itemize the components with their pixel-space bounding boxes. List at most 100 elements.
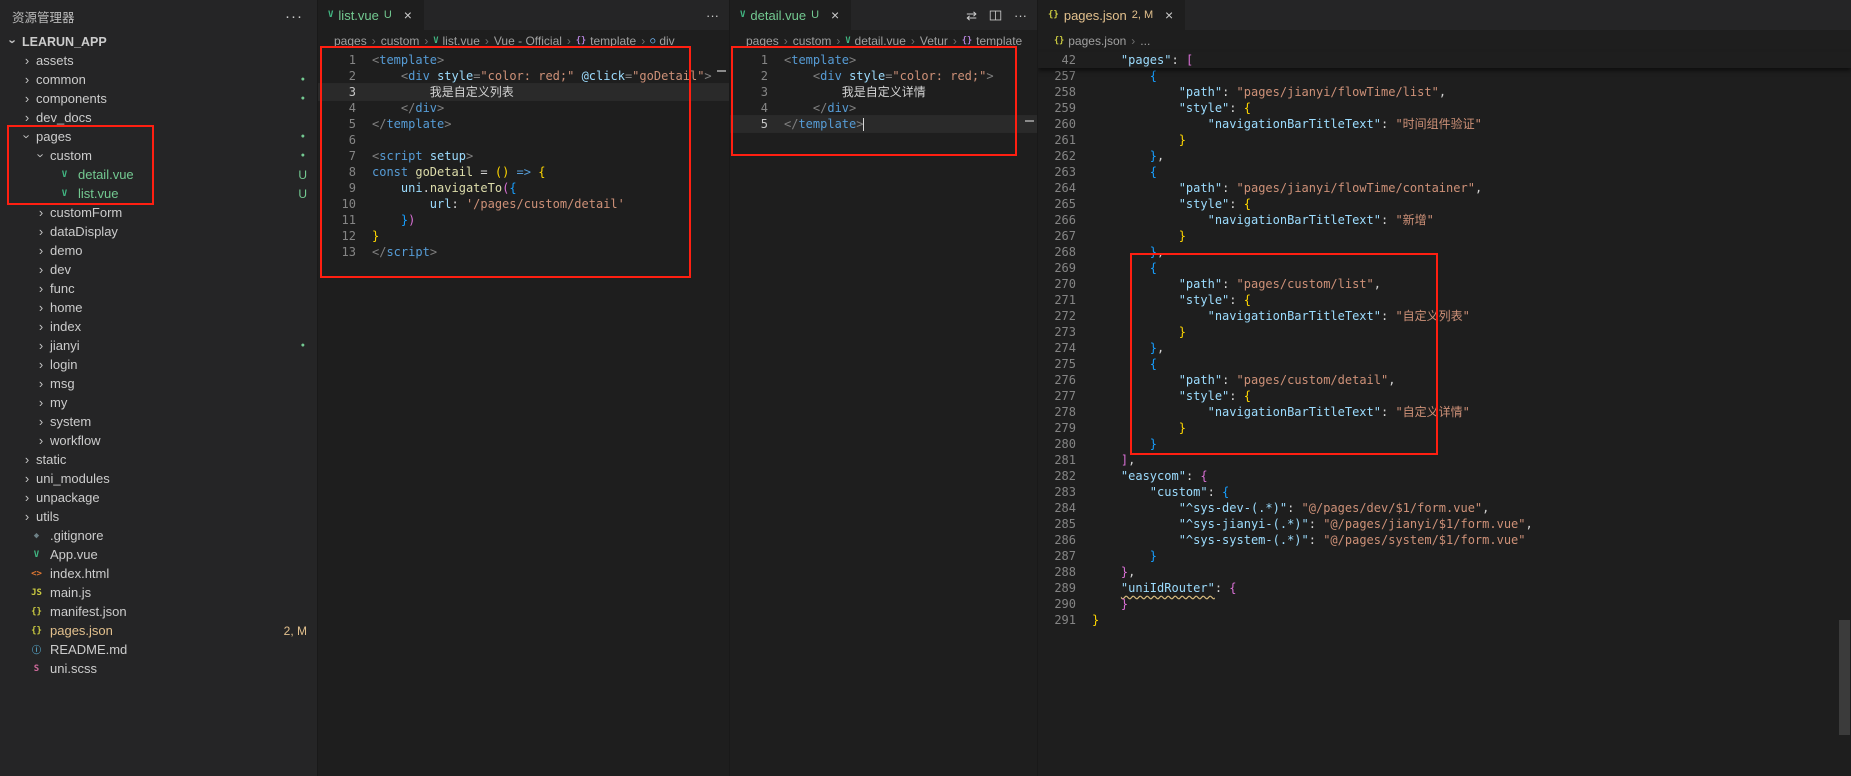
code-line-272[interactable]: 272 "navigationBarTitleText": "自定义列表" [1038, 308, 1851, 324]
tree-item-index.html[interactable]: <>index.html [0, 564, 317, 583]
code-line-274[interactable]: 274 }, [1038, 340, 1851, 356]
tree-item-detail.vue[interactable]: Vdetail.vueU [0, 165, 317, 184]
code-line-291[interactable]: 291} [1038, 612, 1851, 628]
code-line-285[interactable]: 285 "^sys-jianyi-(.*)": "@/pages/jianyi/… [1038, 516, 1851, 532]
code-line-268[interactable]: 268 }, [1038, 244, 1851, 260]
tree-item-customForm[interactable]: ›customForm [0, 203, 317, 222]
code-line-266[interactable]: 266 "navigationBarTitleText": "新增" [1038, 212, 1851, 228]
code-line-260[interactable]: 260 "navigationBarTitleText": "时间组件验证" [1038, 116, 1851, 132]
breadcrumb-item[interactable]: pages [334, 34, 367, 48]
code-line-264[interactable]: 264 "path": "pages/jianyi/flowTime/conta… [1038, 180, 1851, 196]
code-line-9[interactable]: 9 uni.navigateTo({ [318, 180, 729, 196]
explorer-more-actions-icon[interactable]: ··· [285, 9, 303, 24]
tab-pages-json[interactable]: {} pages.json 2, M × [1038, 0, 1186, 30]
tree-item-manifest.json[interactable]: {}manifest.json [0, 602, 317, 621]
tree-item-dev_docs[interactable]: ›dev_docs [0, 108, 317, 127]
code-line-289[interactable]: 289 "uniIdRouter": { [1038, 580, 1851, 596]
code-line-282[interactable]: 282 "easycom": { [1038, 468, 1851, 484]
code-line-257[interactable]: 257 { [1038, 68, 1851, 84]
code-line-259[interactable]: 259 "style": { [1038, 100, 1851, 116]
open-changes-icon[interactable]: ⇄ [966, 9, 977, 22]
tree-item-demo[interactable]: ›demo [0, 241, 317, 260]
tree-item-my[interactable]: ›my [0, 393, 317, 412]
tree-item-uni.scss[interactable]: Suni.scss [0, 659, 317, 678]
tree-item-utils[interactable]: ›utils [0, 507, 317, 526]
tree-item-list.vue[interactable]: Vlist.vueU [0, 184, 317, 203]
sticky-code-line-42[interactable]: 42 "pages": [ [1038, 52, 1851, 68]
code-line-261[interactable]: 261 } [1038, 132, 1851, 148]
tree-item-dev[interactable]: ›dev [0, 260, 317, 279]
code-line-276[interactable]: 276 "path": "pages/custom/detail", [1038, 372, 1851, 388]
code-line-4[interactable]: 4 </div> [318, 100, 729, 116]
tree-item-workflow[interactable]: ›workflow [0, 431, 317, 450]
tree-item-assets[interactable]: ›assets [0, 51, 317, 70]
code-line-284[interactable]: 284 "^sys-dev-(.*)": "@/pages/dev/$1/for… [1038, 500, 1851, 516]
close-tab-icon[interactable]: × [1161, 7, 1177, 23]
code-line-1[interactable]: 1<template> [318, 52, 729, 68]
code-line-4[interactable]: 4 </div> [730, 100, 1037, 116]
code-editor[interactable]: 42 "pages": [257 {258 "path": "pages/jia… [1038, 52, 1851, 776]
breadcrumb-item[interactable]: Vlist.vue [433, 34, 479, 48]
code-line-2[interactable]: 2 <div style="color: red;"> [730, 68, 1037, 84]
tree-item-components[interactable]: ›components● [0, 89, 317, 108]
code-editor[interactable]: 1<template>2 <div style="color: red;" @c… [318, 52, 729, 776]
breadcrumb-item[interactable]: {}template [576, 34, 636, 48]
code-line-280[interactable]: 280 } [1038, 436, 1851, 452]
breadcrumb-item[interactable]: Vetur [920, 34, 948, 48]
tree-item-custom[interactable]: ›custom● [0, 146, 317, 165]
tree-item-login[interactable]: ›login [0, 355, 317, 374]
code-line-6[interactable]: 6 [318, 132, 729, 148]
code-line-270[interactable]: 270 "path": "pages/custom/list", [1038, 276, 1851, 292]
tree-item-common[interactable]: ›common● [0, 70, 317, 89]
code-line-287[interactable]: 287 } [1038, 548, 1851, 564]
tab-detail-vue[interactable]: V detail.vue U × [730, 0, 852, 30]
vertical-scrollbar[interactable] [1839, 620, 1850, 735]
breadcrumb-item[interactable]: ○div [650, 34, 674, 48]
code-line-7[interactable]: 7<script setup> [318, 148, 729, 164]
tree-item-func[interactable]: ›func [0, 279, 317, 298]
split-editor-icon[interactable] [989, 9, 1002, 22]
code-line-277[interactable]: 277 "style": { [1038, 388, 1851, 404]
code-line-281[interactable]: 281 ], [1038, 452, 1851, 468]
breadcrumb-item[interactable]: custom [381, 34, 420, 48]
code-line-262[interactable]: 262 }, [1038, 148, 1851, 164]
code-line-275[interactable]: 275 { [1038, 356, 1851, 372]
tree-item-msg[interactable]: ›msg [0, 374, 317, 393]
code-line-286[interactable]: 286 "^sys-system-(.*)": "@/pages/system/… [1038, 532, 1851, 548]
code-editor[interactable]: 1<template>2 <div style="color: red;">3 … [730, 52, 1037, 776]
tree-item-pages.json[interactable]: {}pages.json2, M [0, 621, 317, 640]
code-line-269[interactable]: 269 { [1038, 260, 1851, 276]
tree-item-main.js[interactable]: JSmain.js [0, 583, 317, 602]
tree-item-LEARUN_APP[interactable]: ›LEARUN_APP [0, 32, 317, 51]
code-line-278[interactable]: 278 "navigationBarTitleText": "自定义详情" [1038, 404, 1851, 420]
close-tab-icon[interactable]: × [827, 7, 843, 23]
breadcrumb-item[interactable]: ... [1140, 34, 1150, 48]
tree-item-README.md[interactable]: ⓘREADME.md [0, 640, 317, 659]
tree-item-static[interactable]: ›static [0, 450, 317, 469]
code-line-283[interactable]: 283 "custom": { [1038, 484, 1851, 500]
tab-list-vue[interactable]: V list.vue U × [318, 0, 425, 30]
breadcrumb-item[interactable]: Vue - Official [494, 34, 562, 48]
code-line-3[interactable]: 3 我是自定义列表 [318, 84, 729, 100]
tree-item-home[interactable]: ›home [0, 298, 317, 317]
breadcrumb-item[interactable]: {}template [962, 34, 1022, 48]
code-line-273[interactable]: 273 } [1038, 324, 1851, 340]
code-line-271[interactable]: 271 "style": { [1038, 292, 1851, 308]
code-line-1[interactable]: 1<template> [730, 52, 1037, 68]
tree-item-App.vue[interactable]: VApp.vue [0, 545, 317, 564]
tree-item-dataDisplay[interactable]: ›dataDisplay [0, 222, 317, 241]
tree-item-pages[interactable]: ›pages● [0, 127, 317, 146]
code-line-258[interactable]: 258 "path": "pages/jianyi/flowTime/list"… [1038, 84, 1851, 100]
close-tab-icon[interactable]: × [400, 7, 416, 23]
tree-item-jianyi[interactable]: ›jianyi● [0, 336, 317, 355]
breadcrumb-item[interactable]: {}pages.json [1054, 34, 1126, 48]
code-line-290[interactable]: 290 } [1038, 596, 1851, 612]
code-line-279[interactable]: 279 } [1038, 420, 1851, 436]
code-line-5[interactable]: 5</template> [318, 116, 729, 132]
breadcrumb-item[interactable]: Vdetail.vue [845, 34, 906, 48]
more-actions-icon[interactable]: ··· [706, 9, 719, 22]
more-actions-icon[interactable]: ··· [1014, 9, 1027, 22]
tree-item-system[interactable]: ›system [0, 412, 317, 431]
breadcrumb-item[interactable]: custom [793, 34, 832, 48]
code-line-12[interactable]: 12} [318, 228, 729, 244]
